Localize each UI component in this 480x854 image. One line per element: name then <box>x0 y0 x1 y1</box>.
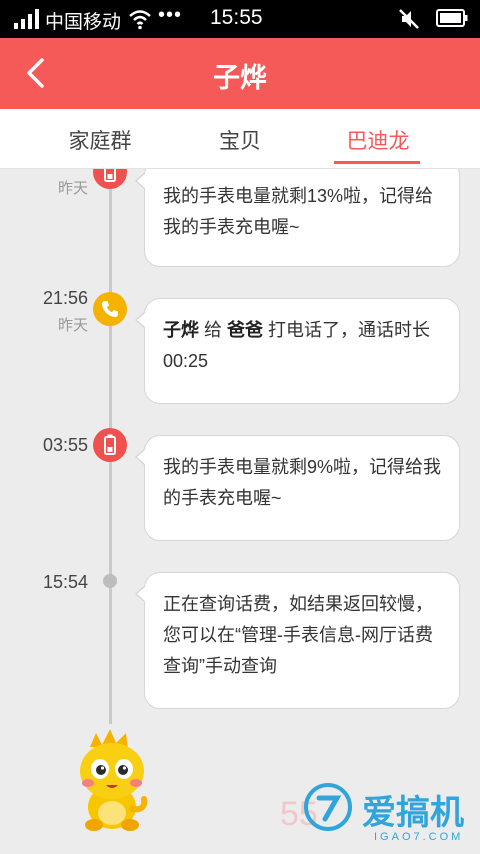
signal-icon <box>14 9 39 29</box>
tab-family-group[interactable]: 家庭群 <box>60 125 140 155</box>
message-bubble: 我的手表电量就剩13%啦，记得给我的手表充电喔~ <box>135 169 460 267</box>
status-bar: 中国移动 ••• 15:55 <box>0 0 480 38</box>
message-text: 正在查询话费，如结果返回较慢，您可以在“管理-手表信息-网厅话费查询”手动查询 <box>163 594 433 676</box>
caller-name: 子烨 <box>163 320 199 340</box>
joiner-text: 给 <box>204 320 223 340</box>
message-bubble: 正在查询话费，如结果返回较慢，您可以在“管理-手表信息-网厅话费查询”手动查询 <box>135 572 460 709</box>
timeline[interactable]: 昨天 我的手表电量就剩13%啦，记得给我的手表充电喔~ 21:56 昨天 子烨 … <box>0 169 480 854</box>
app-header: 子烨 <box>0 38 480 109</box>
battery-status-icon <box>436 9 468 27</box>
battery-icon <box>93 428 127 462</box>
message-text: 我的手表电量就剩13%啦，记得给我的手表充电喔~ <box>163 186 434 237</box>
more-dots: ••• <box>158 4 183 26</box>
entry-time: 03:55 <box>42 435 88 455</box>
message-bubble: 我的手表电量就剩9%啦，记得给我的手表充电喔~ <box>135 435 460 541</box>
tab-bar: 家庭群 宝贝 巴迪龙 <box>0 109 480 169</box>
entry-day: 昨天 <box>57 317 88 334</box>
battery-icon <box>93 169 127 189</box>
dot-icon <box>103 574 117 588</box>
mute-icon <box>399 9 419 29</box>
active-tab-indicator <box>334 161 420 164</box>
carrier-label: 中国移动 <box>45 12 122 33</box>
watermark: 55 爱搞机 IGAO7.COM <box>280 781 470 845</box>
clock: 15:55 <box>210 6 263 29</box>
entry-day: 昨天 <box>57 180 88 197</box>
message-bubble: 子烨 给 爸爸 打电话了，通话时长 00:25 <box>135 298 460 404</box>
page-title: 子烨 <box>213 63 267 93</box>
wifi-icon <box>129 10 151 30</box>
entry-time: 15:54 <box>42 572 88 592</box>
callee-name: 爸爸 <box>227 320 264 340</box>
tab-badilong[interactable]: 巴迪龙 <box>338 125 418 155</box>
watermark-domain: IGAO7.COM <box>374 831 464 843</box>
tab-baby[interactable]: 宝贝 <box>200 125 280 155</box>
entry-time: 21:56 <box>42 288 88 308</box>
watermark-logo-icon <box>304 783 352 831</box>
message-text: 我的手表电量就剩9%啦，记得给我的手表充电喔~ <box>163 457 442 508</box>
dinosaur-mascot-icon <box>80 729 148 831</box>
phone-icon <box>93 292 127 326</box>
watermark-brand: 爱搞机 <box>362 794 464 832</box>
